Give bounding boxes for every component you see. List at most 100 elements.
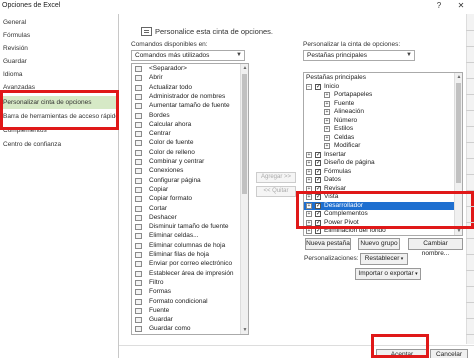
scroll-thumb[interactable] <box>242 74 247 194</box>
command-label: Calcular ahora <box>149 120 192 128</box>
command-item[interactable]: Deshacer <box>132 214 240 222</box>
tree-item-label: Fuente <box>334 99 355 107</box>
command-item[interactable]: Aumentar tamaño de fuente <box>132 102 240 110</box>
expand-icon[interactable]: + <box>324 117 330 124</box>
command-item[interactable]: Color de relleno <box>132 149 240 157</box>
tree-item-label: Diseño de página <box>324 159 375 166</box>
tree-item[interactable]: + Fuente <box>304 100 454 108</box>
gridline <box>466 78 474 79</box>
scroll-thumb[interactable] <box>456 83 461 183</box>
command-icon <box>135 205 142 212</box>
expand-icon[interactable]: + <box>324 134 330 141</box>
command-item[interactable]: Filtro <box>132 279 240 287</box>
scroll-up-icon[interactable]: ▲ <box>241 64 248 72</box>
customize-ribbon-combo[interactable]: Pestañas principales ▼ <box>303 50 415 61</box>
command-item[interactable]: Bordes <box>132 112 240 120</box>
expand-icon[interactable]: + <box>306 177 312 183</box>
command-item[interactable]: Formas <box>132 288 240 296</box>
command-item[interactable]: Centrar <box>132 130 240 138</box>
tree-item-label: Número <box>334 116 358 124</box>
command-item[interactable]: Copiar <box>132 186 240 194</box>
reset-button[interactable]: Restablecer <box>360 253 408 265</box>
tree-item[interactable]: + ✓ Fórmulas <box>304 168 454 176</box>
command-item[interactable]: <Separador> <box>132 65 240 73</box>
nav-item[interactable]: Revisión <box>0 42 118 55</box>
tree-item[interactable]: + ✓ Insertar <box>304 151 454 159</box>
tree-item[interactable]: + Modificar <box>304 142 454 150</box>
commands-from-combo[interactable]: Comandos más utilizados ▼ <box>131 50 245 61</box>
nav-item[interactable]: General <box>0 16 118 29</box>
collapse-icon[interactable]: − <box>306 83 312 90</box>
command-item[interactable]: Formato condicional <box>132 298 240 306</box>
tree-item[interactable]: + ✓ Diseño de página <box>304 159 454 167</box>
expand-icon[interactable]: + <box>306 151 312 158</box>
scroll-up-icon[interactable]: ▲ <box>455 73 462 81</box>
command-icon <box>135 317 142 324</box>
scroll-down-icon[interactable]: ▼ <box>241 326 248 334</box>
expand-icon[interactable]: + <box>306 160 312 166</box>
close-icon[interactable]: ✕ <box>454 0 468 12</box>
tree-item[interactable]: + Portapapeles <box>304 91 454 99</box>
command-item[interactable]: Fuente <box>132 307 240 315</box>
expand-icon[interactable]: + <box>324 109 330 115</box>
nav-item[interactable]: Fórmulas <box>0 29 118 42</box>
tree-item[interactable]: + Estilos <box>304 125 454 133</box>
command-item[interactable]: Abrir <box>132 74 240 82</box>
tree-item[interactable]: − ✓ Inicio <box>304 83 454 91</box>
command-label: Aumentar tamaño de fuente <box>149 102 230 110</box>
tab-checkbox[interactable]: ✓ <box>315 168 321 175</box>
command-icon <box>135 307 142 314</box>
command-label: Disminuir tamaño de fuente <box>149 223 229 231</box>
command-item[interactable]: Enviar por correo electrónico <box>132 260 240 268</box>
tab-checkbox[interactable]: ✓ <box>315 160 321 166</box>
rename-button[interactable]: Cambiar nombre... <box>408 238 463 257</box>
expand-icon[interactable]: + <box>324 143 330 149</box>
commands-scrollbar[interactable]: ▲ ▼ <box>240 64 248 334</box>
command-item[interactable]: Configurar página <box>132 177 240 185</box>
command-item[interactable]: Administrador de nombres <box>132 93 240 101</box>
tree-item[interactable]: + ✓ Datos <box>304 176 454 184</box>
tab-checkbox[interactable]: ✓ <box>315 151 321 158</box>
remove-button[interactable]: << Quitar <box>256 186 296 197</box>
nav-item[interactable]: Guardar <box>0 55 118 68</box>
command-item[interactable]: Calcular ahora <box>132 121 240 129</box>
command-item[interactable]: Guardar como <box>132 325 240 333</box>
tree-item[interactable]: + Número <box>304 117 454 125</box>
add-button[interactable]: Agregar >> <box>256 172 296 183</box>
command-item[interactable]: Actualizar todo <box>132 84 240 92</box>
tree-item-label: Celdas <box>334 133 355 141</box>
tab-checkbox[interactable]: ✓ <box>315 177 321 183</box>
tree-item[interactable]: + Alineación <box>304 108 454 116</box>
tab-checkbox[interactable]: ✓ <box>315 83 321 90</box>
command-label: Combinar y centrar <box>149 158 205 165</box>
import-export-button[interactable]: Importar o exportar <box>355 268 421 280</box>
command-item[interactable]: Eliminar columnas de hoja <box>132 242 240 250</box>
nav-item[interactable]: Idioma <box>0 68 118 81</box>
cancel-button[interactable]: Cancelar <box>430 349 468 358</box>
command-label: Configurar página <box>149 176 201 184</box>
gridline <box>466 318 474 319</box>
command-item[interactable]: Eliminar filas de hoja <box>132 251 240 259</box>
command-item[interactable]: Cortar <box>132 205 240 213</box>
tree-item[interactable]: + Celdas <box>304 134 454 142</box>
command-item[interactable]: Establecer área de impresión <box>132 270 240 278</box>
command-item[interactable]: Disminuir tamaño de fuente <box>132 223 240 231</box>
help-icon[interactable]: ? <box>432 0 446 12</box>
expand-icon[interactable]: + <box>324 92 330 98</box>
gridline <box>466 286 474 287</box>
command-item[interactable]: Color de fuente <box>132 139 240 147</box>
expand-icon[interactable]: + <box>324 100 330 107</box>
available-commands-list[interactable]: <Separador> Abrir Actualizar todo Administr… <box>131 63 249 335</box>
command-item[interactable]: Guardar <box>132 316 240 324</box>
new-tab-button[interactable]: Nueva pestaña <box>305 238 351 250</box>
command-icon <box>135 214 142 221</box>
expand-icon[interactable]: + <box>306 168 312 175</box>
new-group-button[interactable]: Nuevo grupo <box>358 238 400 250</box>
nav-item[interactable]: Centro de confianza <box>0 138 118 151</box>
command-item[interactable]: Copiar formato <box>132 195 240 203</box>
chevron-down-icon: ▼ <box>236 52 242 58</box>
command-item[interactable]: Eliminar celdas... <box>132 232 240 240</box>
expand-icon[interactable]: + <box>324 126 330 132</box>
command-item[interactable]: Conexiones <box>132 167 240 175</box>
command-item[interactable]: Combinar y centrar <box>132 158 240 166</box>
